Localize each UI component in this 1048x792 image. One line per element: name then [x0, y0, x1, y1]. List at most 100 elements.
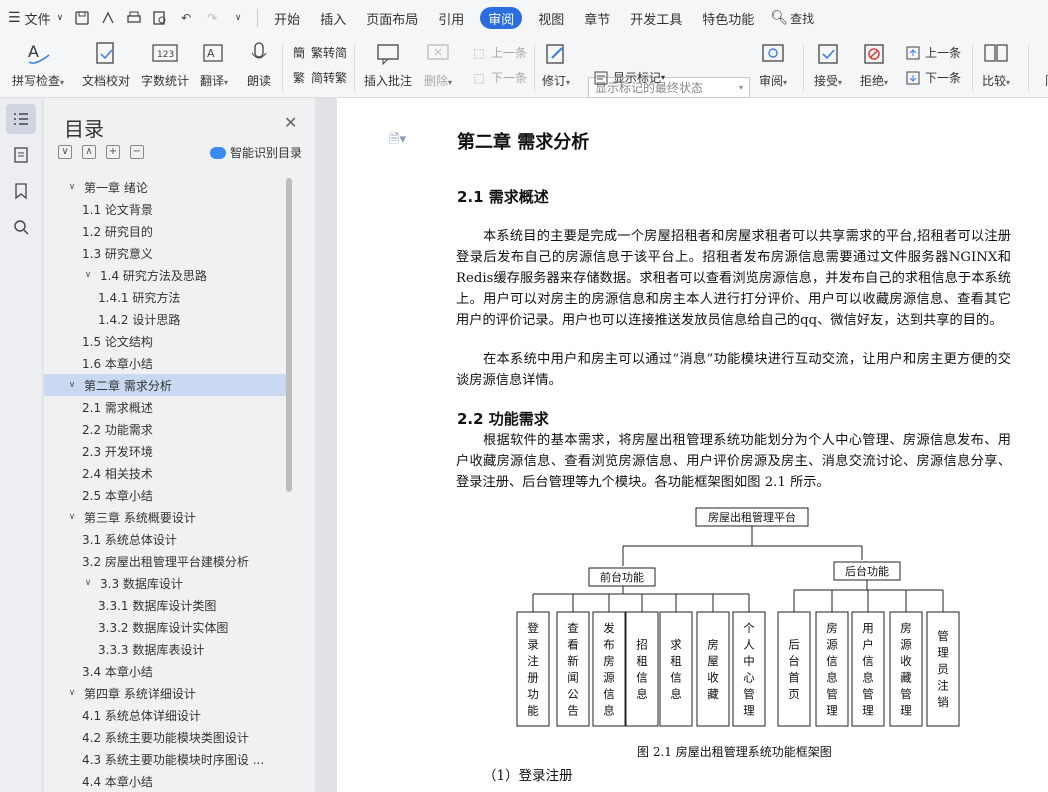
- show-marks-button[interactable]: 显示标记 ▾: [592, 69, 665, 86]
- limit-button[interactable]: 限: [1037, 40, 1048, 89]
- tab-8[interactable]: 特色功能: [692, 0, 764, 36]
- accept-button[interactable]: 接受▾: [814, 40, 842, 89]
- toc-item[interactable]: ∨ 1.4 研究方法及思路: [44, 264, 288, 286]
- toc-item[interactable]: ∨ 第二章 需求分析: [44, 374, 288, 396]
- chevron-down-icon[interactable]: ∨: [82, 578, 94, 588]
- spell-check-button[interactable]: A 拼写检查▾: [12, 40, 64, 89]
- toc-scrollbar[interactable]: [286, 178, 292, 492]
- toc-item[interactable]: 2.2 功能需求: [44, 418, 288, 440]
- expand-all-icon[interactable]: ∧: [82, 145, 96, 159]
- doc-check-button[interactable]: 文档校对: [82, 40, 130, 89]
- toc-item-label: 2.1 需求概述: [82, 400, 153, 415]
- next-comment-button[interactable]: ⬚ 下一条: [470, 69, 527, 86]
- toc-item[interactable]: 1.4.2 设计思路: [44, 308, 288, 330]
- find-rail-button[interactable]: [6, 212, 36, 242]
- review-button[interactable]: 审阅▾: [759, 40, 787, 89]
- undo-icon[interactable]: ↶: [176, 8, 196, 28]
- tab-1[interactable]: 插入: [310, 0, 356, 36]
- toc-item[interactable]: 2.5 本章小结: [44, 484, 288, 506]
- delete-comment-button[interactable]: 删除▾: [424, 40, 452, 89]
- smart-toc-button[interactable]: 智能识别目录: [210, 144, 302, 161]
- delete-comment-icon: [424, 40, 452, 68]
- word-count-button[interactable]: 123 字数统计: [141, 40, 189, 89]
- bookmark-rail-button[interactable]: [6, 176, 36, 206]
- toc-item-label: 2.2 功能需求: [82, 422, 153, 437]
- toc-item-label: 第一章 绪论: [84, 180, 148, 195]
- compare-button[interactable]: 比较▾: [982, 40, 1010, 89]
- toc-item[interactable]: 2.4 相关技术: [44, 462, 288, 484]
- toc-item[interactable]: 4.4 本章小结: [44, 770, 288, 792]
- document-page[interactable]: 🗎▾ 第二章 需求分析 2.1 需求概述 本系统目的主要是完成一个房屋招租者和房…: [337, 98, 1048, 792]
- translate-button[interactable]: A 翻译▾: [200, 40, 228, 89]
- section-title: 2.2 功能需求: [457, 410, 549, 428]
- toc-item[interactable]: 2.3 开发环境: [44, 440, 288, 462]
- toc-item-label: 2.3 开发环境: [82, 444, 153, 459]
- trad-to-simp-button[interactable]: 簡 繁转简: [290, 44, 347, 61]
- toc-item[interactable]: 1.1 论文背景: [44, 198, 288, 220]
- remove-heading-icon[interactable]: −: [130, 145, 144, 159]
- file-menu[interactable]: ☰ 文件 ∨: [0, 0, 69, 36]
- toc-item[interactable]: ∨ 第三章 系统概要设计: [44, 506, 288, 528]
- search-button[interactable]: 🔍︎ 查找: [770, 0, 814, 36]
- chevron-down-icon[interactable]: ∨: [82, 270, 94, 280]
- toc-item[interactable]: 1.5 论文结构: [44, 330, 288, 352]
- toc-item[interactable]: 1.6 本章小结: [44, 352, 288, 374]
- toc-item[interactable]: 3.1 系统总体设计: [44, 528, 288, 550]
- toc-item[interactable]: 4.1 系统总体详细设计: [44, 704, 288, 726]
- revise-button[interactable]: 修订▾: [542, 40, 570, 89]
- chevron-down-icon[interactable]: ∨: [66, 688, 78, 698]
- review-toolbar: A 拼写检查▾ 文档校对 123 字数统计 A 翻译▾ 朗读 簡 繁转简 繁 简…: [0, 36, 1048, 98]
- tab-4[interactable]: 审阅: [480, 7, 523, 29]
- toc-item[interactable]: 3.2 房屋出租管理平台建模分析: [44, 550, 288, 572]
- print-icon[interactable]: [124, 8, 144, 28]
- back-node-label: 后台功能: [845, 564, 889, 578]
- toc-item[interactable]: ∨ 第一章 绪论: [44, 176, 288, 198]
- redo-icon[interactable]: ↷: [202, 8, 222, 28]
- toc-item[interactable]: 4.3 系统主要功能模块时序图设 ...: [44, 748, 288, 770]
- print-preview-icon[interactable]: [150, 8, 170, 28]
- toc-item[interactable]: 3.3.1 数据库设计类图: [44, 594, 288, 616]
- toc-item[interactable]: 1.2 研究目的: [44, 220, 288, 242]
- page-menu-icon[interactable]: 🗎▾: [389, 130, 406, 152]
- add-heading-icon[interactable]: +: [106, 145, 120, 159]
- close-icon[interactable]: ✕: [284, 113, 297, 132]
- front-item-box: [625, 611, 659, 727]
- chevron-down-icon[interactable]: ∨: [66, 512, 78, 522]
- prev-change-button[interactable]: 上一条: [904, 44, 961, 61]
- toc-item[interactable]: 2.1 需求概述: [44, 396, 288, 418]
- tab-6[interactable]: 章节: [574, 0, 620, 36]
- prev-comment-button[interactable]: ⬚ 上一条: [470, 44, 527, 61]
- pages-rail-button[interactable]: [6, 140, 36, 170]
- arrow-down-icon: ⬚: [473, 70, 485, 85]
- tab-7[interactable]: 开发工具: [620, 0, 692, 36]
- toc-item[interactable]: 3.3.2 数据库设计实体图: [44, 616, 288, 638]
- toc-item[interactable]: 1.3 研究意义: [44, 242, 288, 264]
- insert-comment-button[interactable]: 插入批注: [364, 40, 412, 89]
- toc-item[interactable]: 3.4 本章小结: [44, 660, 288, 682]
- next-change-button[interactable]: 下一条: [904, 69, 961, 86]
- toc-item[interactable]: ∨ 3.3 数据库设计: [44, 572, 288, 594]
- collapse-all-icon[interactable]: ∨: [58, 145, 72, 159]
- tab-2[interactable]: 页面布局: [356, 0, 428, 36]
- tab-3[interactable]: 引用: [428, 0, 474, 36]
- next2-label: 下一条: [925, 71, 962, 85]
- save-icon[interactable]: [72, 8, 92, 28]
- back-item-char: 息: [826, 670, 838, 684]
- toc-item-label: 3.3.3 数据库表设计: [98, 642, 205, 657]
- simp-to-trad-button[interactable]: 繁 简转繁: [290, 69, 347, 86]
- more-icon[interactable]: ∨: [228, 8, 248, 28]
- tab-5[interactable]: 视图: [528, 0, 574, 36]
- tab-0[interactable]: 开始: [264, 0, 310, 36]
- toc-item[interactable]: ∨ 第四章 系统详细设计: [44, 682, 288, 704]
- chevron-down-icon[interactable]: ∨: [66, 380, 78, 390]
- toc-rail-button[interactable]: [6, 104, 36, 134]
- reject-button[interactable]: 拒绝▾: [860, 40, 888, 89]
- export-icon[interactable]: [98, 8, 118, 28]
- function-framework-diagram: 房屋出租管理平台前台功能 后台功能登录注册功能查看新闻公告发布房源信息招租信息求租…: [516, 507, 960, 727]
- read-aloud-button[interactable]: 朗读: [245, 40, 273, 89]
- toc-item[interactable]: 3.3.3 数据库表设计: [44, 638, 288, 660]
- toc-item[interactable]: 4.2 系统主要功能模块类图设计: [44, 726, 288, 748]
- back-item-char: 源: [900, 637, 912, 651]
- toc-item[interactable]: 1.4.1 研究方法: [44, 286, 288, 308]
- chevron-down-icon[interactable]: ∨: [66, 182, 78, 192]
